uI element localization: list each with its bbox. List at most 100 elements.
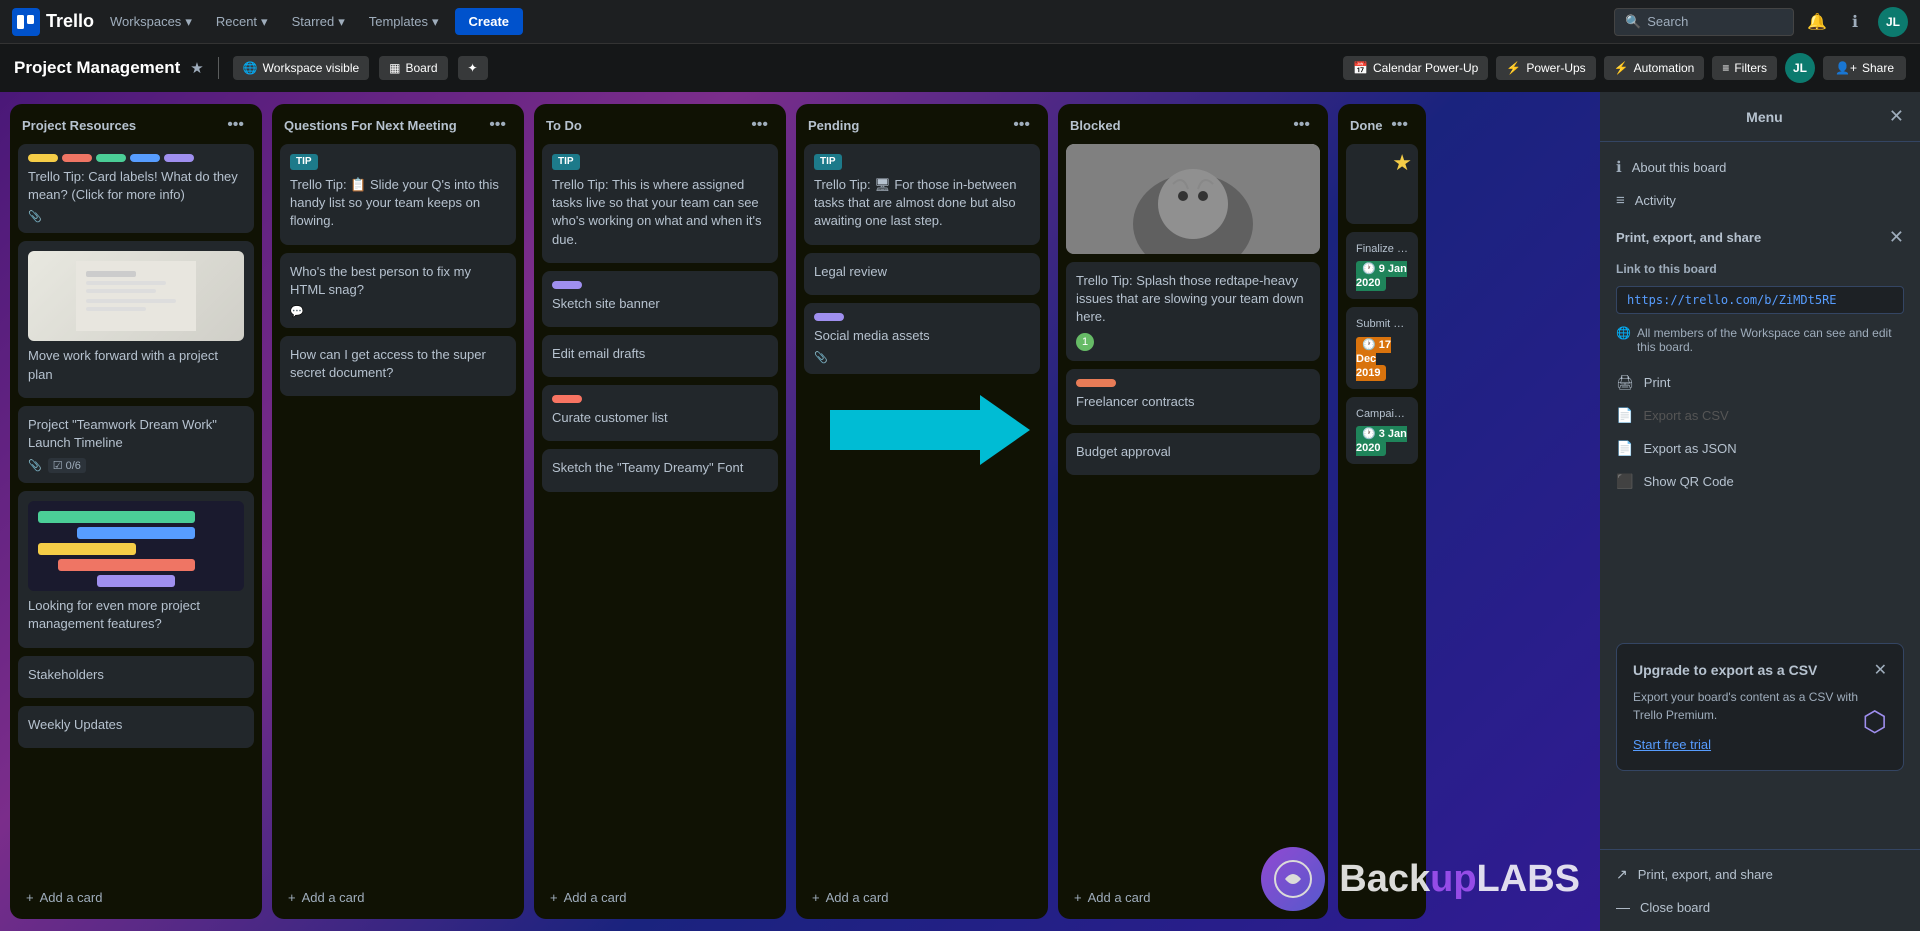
timeline-bars	[38, 511, 234, 591]
card-cat[interactable]	[1066, 144, 1320, 254]
card-budget[interactable]: Budget approval	[1066, 433, 1320, 475]
menu-item-label-activity: Activity	[1635, 193, 1676, 208]
menu-action-print-export[interactable]: ↗ Print, export, and share	[1600, 858, 1920, 891]
calendar-powerup-button[interactable]: 📅 Calendar Power-Up	[1343, 56, 1488, 80]
card-labels-pending-tip: TIP	[814, 154, 1030, 170]
menu-item-about[interactable]: ℹ About this board	[1600, 150, 1920, 184]
print-export-header: Print, export, and share ✕	[1600, 217, 1920, 252]
card-footer-launch-timeline: 📎 ☑ 0/6	[28, 458, 244, 473]
workspace-note-text: All members of the Workspace can see and…	[1637, 326, 1904, 354]
star-button[interactable]: ★	[190, 59, 203, 77]
share-button[interactable]: 👤+ Share	[1823, 56, 1906, 80]
card-title-html-snag: Who's the best person to fix my HTML sna…	[290, 263, 506, 299]
column-menu-button-blocked[interactable]: •••	[1287, 114, 1316, 136]
filters-button[interactable]: ≡ Filters	[1712, 56, 1777, 80]
card-labels-curate	[552, 395, 768, 403]
card-html-snag[interactable]: Who's the best person to fix my HTML sna…	[280, 253, 516, 328]
card-labels-todo-tip: TIP	[552, 154, 768, 170]
card-weekly-updates[interactable]: Weekly Updates	[18, 706, 254, 748]
card-image-project-plan	[28, 251, 244, 341]
add-card-button-blocked[interactable]: + Add a card	[1066, 884, 1320, 911]
board-scroll-area[interactable]: Project Resources ••• Trello Tip: Card l…	[0, 92, 1600, 931]
menu-close-button[interactable]: ✕	[1889, 106, 1904, 127]
board-link-box[interactable]: https://trello.com/b/ZiMDt5RE	[1616, 286, 1904, 314]
info-icon[interactable]: ℹ	[1840, 7, 1870, 37]
column-menu-button-questions[interactable]: •••	[483, 114, 512, 136]
card-blocked-tip[interactable]: Trello Tip: Splash those redtape-heavy i…	[1066, 262, 1320, 361]
column-menu-button-project-resources[interactable]: •••	[221, 114, 250, 136]
card-launch-timeline[interactable]: Project "Teamwork Dream Work" Launch Tim…	[18, 406, 254, 483]
board-header: Project Management ★ 🌐 Workspace visible…	[0, 44, 1920, 92]
add-card-button-project-resources[interactable]: + Add a card	[18, 884, 254, 911]
user-avatar[interactable]: JL	[1878, 7, 1908, 37]
print-export-icon: ↗	[1616, 866, 1628, 883]
menu-bottom: ↗ Print, export, and share — Close board	[1600, 849, 1920, 931]
menu-action-print[interactable]: 🖨 Print	[1600, 366, 1920, 399]
notifications-icon[interactable]: 🔔	[1802, 7, 1832, 37]
column-menu-button-pending[interactable]: •••	[1007, 114, 1036, 136]
card-campaign-proposal[interactable]: Campaign Proposal 🕐 3 Jan 2020	[1346, 397, 1418, 464]
automation-button[interactable]: ⚡ Automation	[1604, 56, 1705, 80]
trello-logo[interactable]: Trello	[12, 8, 94, 36]
templates-menu[interactable]: Templates ▾	[361, 10, 447, 34]
print-export-title: Print, export, and share	[1616, 230, 1761, 245]
link-section: Link to this board	[1600, 252, 1920, 282]
user-avatar-board[interactable]: JL	[1785, 53, 1815, 83]
workspaces-menu[interactable]: Workspaces ▾	[102, 10, 200, 34]
create-button[interactable]: Create	[455, 8, 523, 35]
menu-item-activity[interactable]: ≡ Activity	[1600, 184, 1920, 217]
customize-button[interactable]: ✦	[458, 56, 488, 80]
card-sketch-font[interactable]: Sketch the "Teamy Dreamy" Font	[542, 449, 778, 491]
card-sketch-banner[interactable]: Sketch site banner	[542, 271, 778, 327]
qr-icon: ⬛	[1616, 473, 1633, 490]
csv-icon: 📄	[1616, 407, 1633, 424]
card-labels-social	[814, 313, 1030, 321]
card-edit-email[interactable]: Edit email drafts	[542, 335, 778, 377]
recent-menu[interactable]: Recent ▾	[208, 10, 276, 34]
card-done-tip[interactable]: ★	[1346, 144, 1418, 224]
card-social-media[interactable]: Social media assets 📎	[804, 303, 1040, 374]
menu-action-export-csv[interactable]: 📄 Export as CSV	[1600, 399, 1920, 432]
search-box[interactable]: 🔍 Search	[1614, 8, 1794, 36]
print-icon: 🖨	[1616, 374, 1634, 391]
card-submit-q1[interactable]: Submit Q1 report 🕐 17 Dec 2019	[1346, 307, 1418, 388]
card-freelancer[interactable]: Freelancer contracts	[1066, 369, 1320, 425]
label-purple-sketch	[552, 281, 582, 289]
column-menu-button-done[interactable]: •••	[1385, 114, 1414, 136]
label-purple	[164, 154, 194, 162]
workspace-visible-button[interactable]: 🌐 Workspace visible	[233, 56, 369, 80]
card-slide-tip[interactable]: TIP Trello Tip: 📋 Slide your Q's into th…	[280, 144, 516, 245]
card-more-features[interactable]: Looking for even more project management…	[18, 491, 254, 647]
card-title-social-media: Social media assets	[814, 327, 1030, 345]
card-title-pending-tip: Trello Tip: 🖥 For those in-between tasks…	[814, 176, 1030, 231]
plus-icon-pending: +	[812, 890, 820, 905]
card-title-secret-doc: How can I get access to the super secret…	[290, 346, 506, 382]
column-questions: Questions For Next Meeting ••• TIP Trell…	[272, 104, 524, 919]
card-title-freelancer: Freelancer contracts	[1076, 393, 1310, 411]
column-blocked: Blocked •••	[1058, 104, 1328, 919]
card-labels-tip[interactable]: Trello Tip: Card labels! What do they me…	[18, 144, 254, 233]
add-card-button-todo[interactable]: + Add a card	[542, 884, 778, 911]
menu-action-export-json[interactable]: 📄 Export as JSON	[1600, 432, 1920, 465]
add-card-button-questions[interactable]: + Add a card	[280, 884, 516, 911]
card-legal-review[interactable]: Legal review	[804, 253, 1040, 295]
print-export-label: Print, export, and share	[1638, 867, 1773, 882]
card-pending-tip[interactable]: TIP Trello Tip: 🖥 For those in-between t…	[804, 144, 1040, 245]
card-secret-doc[interactable]: How can I get access to the super secret…	[280, 336, 516, 396]
starred-menu[interactable]: Starred ▾	[284, 10, 353, 34]
column-title-project-resources: Project Resources	[22, 118, 136, 133]
print-export-close[interactable]: ✕	[1889, 227, 1904, 248]
menu-action-close-board[interactable]: — Close board	[1600, 891, 1920, 923]
card-move-work[interactable]: Move work forward with a project plan	[18, 241, 254, 397]
card-curate-list[interactable]: Curate customer list	[542, 385, 778, 441]
board-view-button[interactable]: ▦ Board	[379, 56, 447, 80]
card-todo-tip[interactable]: TIP Trello Tip: This is where assigned t…	[542, 144, 778, 263]
date-badge-proposal: 🕐 3 Jan 2020	[1356, 426, 1407, 456]
menu-action-qr-code[interactable]: ⬛ Show QR Code	[1600, 465, 1920, 498]
card-title-sketch-font: Sketch the "Teamy Dreamy" Font	[552, 459, 768, 477]
column-menu-button-todo[interactable]: •••	[745, 114, 774, 136]
add-card-button-pending[interactable]: + Add a card	[804, 884, 1040, 911]
card-finalize-campaign[interactable]: Finalize Campaign Dream Work ✨ 🕐 9 Jan 2…	[1346, 232, 1418, 299]
card-stakeholders[interactable]: Stakeholders	[18, 656, 254, 698]
powerups-button[interactable]: ⚡ Power-Ups	[1496, 56, 1595, 80]
